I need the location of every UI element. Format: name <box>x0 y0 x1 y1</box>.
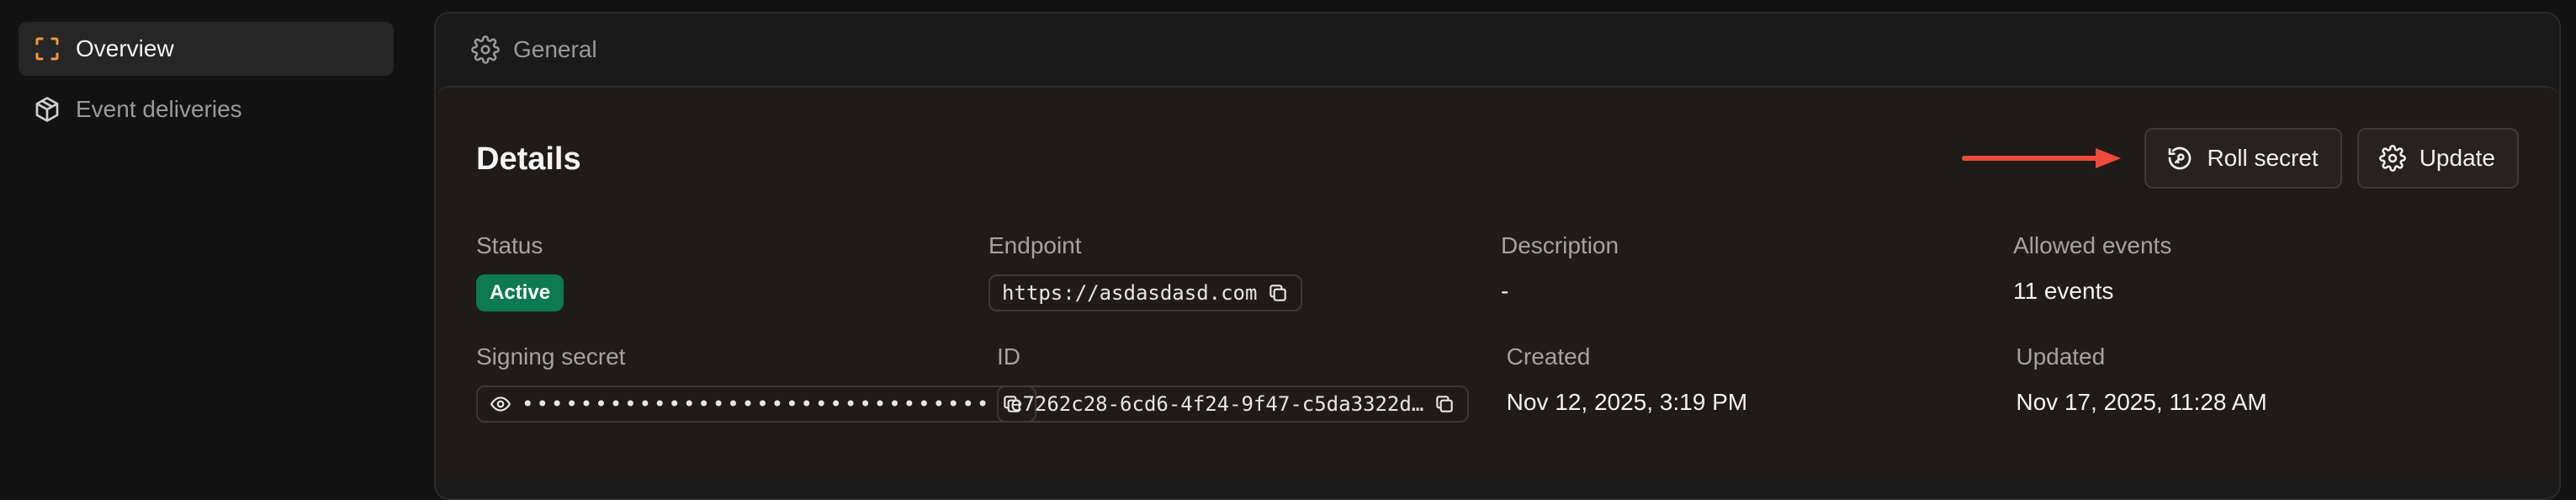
roll-secret-label: Roll secret <box>2207 145 2319 171</box>
box-icon <box>32 94 62 125</box>
roll-secret-button[interactable]: Roll secret <box>2144 128 2342 189</box>
gear-icon <box>471 35 500 64</box>
id-value: e7262c28-6cd6-4f24-9f47-c5da3322d… <box>1010 392 1424 416</box>
details-actions: Roll secret Update <box>1961 128 2519 189</box>
signing-secret-value: •••••••••••••••••••••••••••••••• <box>522 392 992 416</box>
eye-icon[interactable] <box>490 393 511 415</box>
allowed-events-field: Allowed events 11 events <box>2013 232 2526 343</box>
endpoint-value: https://asdasdasd.com <box>1002 281 1258 305</box>
details-card: Details Roll secret Update Status Active… <box>436 86 2559 481</box>
created-label: Created <box>1506 343 1591 370</box>
page-title: Details <box>476 141 581 177</box>
details-row: Status Active Endpoint https://asdasdasd… <box>476 232 2526 343</box>
rotate-key-icon <box>2166 145 2193 172</box>
copy-icon[interactable] <box>1434 393 1455 415</box>
signing-secret-chip: •••••••••••••••••••••••••••••••• <box>476 386 1037 423</box>
copy-icon[interactable] <box>1267 282 1289 304</box>
id-chip: e7262c28-6cd6-4f24-9f47-c5da3322d… <box>997 386 1470 423</box>
created-value: Nov 12, 2025, 3:19 PM <box>1506 389 1748 415</box>
description-field: Description - <box>1501 232 2013 343</box>
signing-secret-field: Signing secret •••••••••••••••••••••••••… <box>476 343 1037 455</box>
endpoint-label: Endpoint <box>989 232 1082 258</box>
id-label: ID <box>997 343 1020 370</box>
scan-icon <box>32 34 62 64</box>
sidebar-item-label: Event deliveries <box>76 96 242 122</box>
endpoint-field: Endpoint https://asdasdasd.com <box>989 232 1501 343</box>
update-button[interactable]: Update <box>2356 128 2519 189</box>
details-grid: Status Active Endpoint https://asdasdasd… <box>476 232 2526 455</box>
arrow-annotation-icon <box>1961 141 2129 175</box>
endpoint-chip: https://asdasdasd.com <box>989 274 1303 311</box>
created-field: Created Nov 12, 2025, 3:19 PM <box>1507 343 2017 455</box>
update-label: Update <box>2419 145 2495 171</box>
sidebar-item-overview[interactable]: Overview <box>19 22 394 76</box>
description-value: - <box>1501 278 1509 304</box>
details-row: Signing secret •••••••••••••••••••••••••… <box>476 343 2526 455</box>
general-panel: General Details Roll secret Update Statu… <box>434 12 2561 500</box>
status-label: Status <box>476 232 543 258</box>
updated-field: Updated Nov 17, 2025, 11:28 AM <box>2016 343 2526 455</box>
allowed-events-value: 11 events <box>2013 278 2114 304</box>
id-field: ID e7262c28-6cd6-4f24-9f47-c5da3322d… <box>997 343 1507 455</box>
sidebar-item-event-deliveries[interactable]: Event deliveries <box>19 82 394 136</box>
updated-label: Updated <box>2016 343 2106 370</box>
panel-header-title: General <box>513 36 597 62</box>
panel-header: General <box>436 13 2559 86</box>
allowed-events-label: Allowed events <box>2013 232 2172 258</box>
gear-icon <box>2378 145 2406 172</box>
description-label: Description <box>1501 232 1619 258</box>
status-field: Status Active <box>476 232 989 343</box>
updated-value: Nov 17, 2025, 11:28 AM <box>2016 389 2267 415</box>
sidebar-item-label: Overview <box>76 35 174 61</box>
status-badge: Active <box>476 274 564 311</box>
sidebar: Overview Event deliveries <box>0 0 412 475</box>
signing-secret-label: Signing secret <box>476 343 626 370</box>
